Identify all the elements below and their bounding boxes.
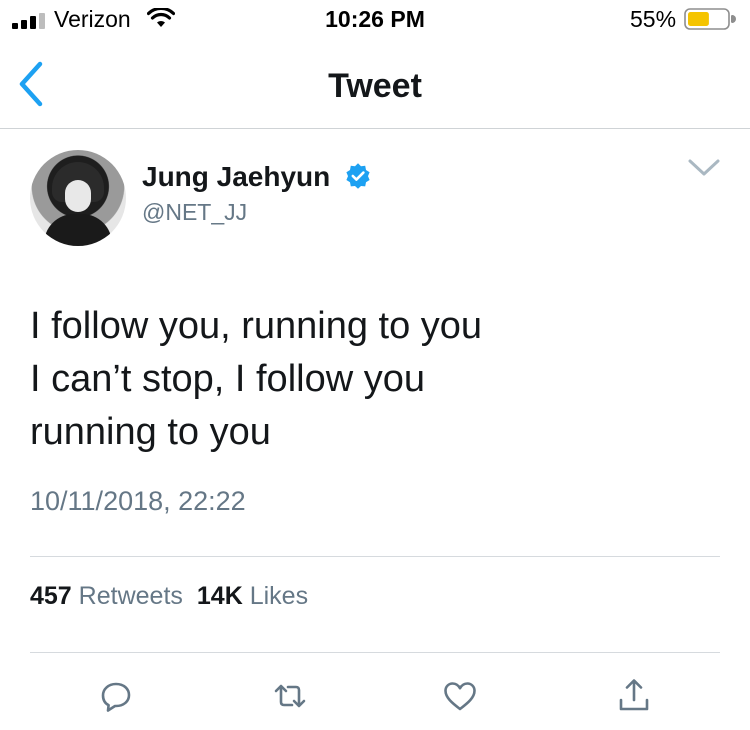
reply-icon bbox=[101, 682, 131, 712]
tweet-text: I follow you, running to you I can’t sto… bbox=[30, 300, 720, 459]
retweet-button[interactable] bbox=[270, 676, 310, 716]
retweets-label: Retweets bbox=[78, 582, 183, 610]
likes-count: 14K bbox=[196, 582, 243, 610]
battery-percentage: 55% bbox=[630, 6, 677, 32]
divider bbox=[30, 556, 720, 557]
likes-stat[interactable]: 14K Likes bbox=[197, 582, 322, 610]
status-bar: Verizon 10:26 PM 55% bbox=[0, 0, 750, 40]
likes-label: Likes bbox=[249, 582, 309, 610]
tweet-timestamp: 10/11/2018, 22:22 bbox=[30, 486, 246, 516]
author-name[interactable]: Jung Jaehyun bbox=[142, 160, 330, 194]
retweets-count: 457 bbox=[30, 582, 72, 610]
avatar-body bbox=[44, 214, 112, 246]
verified-badge-icon bbox=[346, 163, 370, 189]
tweet-text-line: running to you bbox=[30, 411, 271, 453]
tweet-stats: 457 Retweets 14K Likes bbox=[30, 580, 322, 612]
chevron-down-icon[interactable] bbox=[686, 156, 722, 180]
like-button[interactable] bbox=[440, 676, 480, 716]
page-title: Tweet bbox=[328, 67, 422, 105]
navigation-bar: Tweet bbox=[0, 40, 750, 129]
battery-icon bbox=[684, 8, 736, 30]
avatar[interactable] bbox=[30, 150, 126, 246]
tweet-text-line: I follow you, running to you bbox=[30, 305, 483, 347]
reply-button[interactable] bbox=[96, 676, 136, 716]
share-button[interactable] bbox=[614, 676, 654, 716]
author-handle[interactable]: @NET_JJ bbox=[142, 198, 247, 226]
retweets-stat[interactable]: 457 Retweets bbox=[30, 582, 197, 610]
avatar-face bbox=[65, 180, 91, 212]
divider bbox=[30, 652, 720, 653]
like-icon bbox=[444, 682, 476, 711]
tweet-text-line: I can’t stop, I follow you bbox=[30, 358, 425, 400]
retweet-icon bbox=[274, 684, 306, 708]
share-icon bbox=[619, 679, 649, 711]
